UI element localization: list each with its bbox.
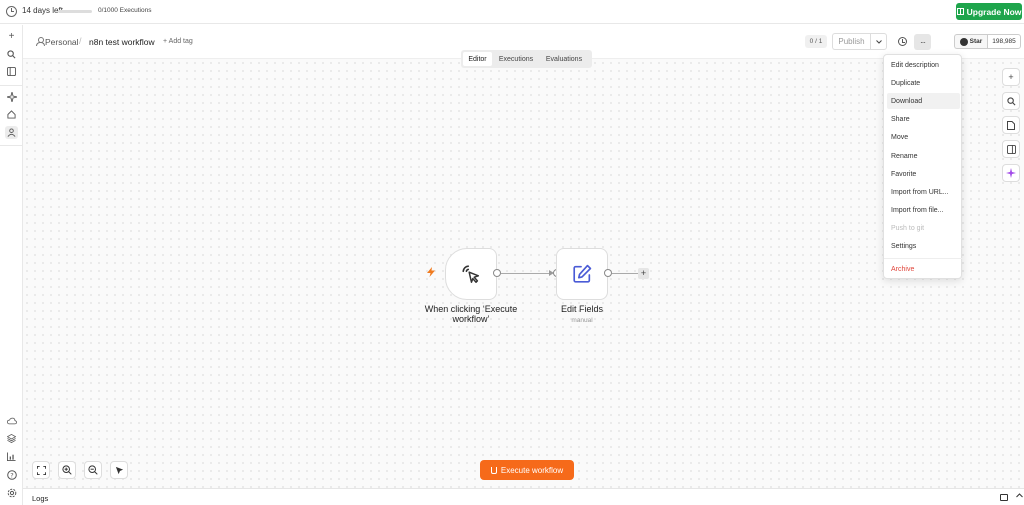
settings-icon[interactable] [5,486,18,499]
ai-assistant-button[interactable] [1002,164,1020,182]
search-icon[interactable] [5,48,18,61]
zoom-in-icon [62,465,72,475]
trigger-bolt-icon [427,267,435,280]
edit-fields-output-handle[interactable] [604,269,612,277]
zoom-out-icon [88,465,98,475]
panel-toggle-icon[interactable] [5,65,18,78]
connection-line [501,273,551,274]
menu-item-share[interactable]: Share [887,111,960,127]
breadcrumb-personal[interactable]: Personal [45,37,79,47]
add-node-toolbar-button[interactable]: + [1002,68,1020,86]
chevron-down-icon [875,39,882,44]
menu-item-move[interactable]: Move [887,129,960,145]
workflow-name[interactable]: n8n test workflow [89,37,155,47]
sidebar-divider [0,85,23,86]
history-icon[interactable] [898,37,907,46]
github-star-button[interactable]: Star [954,34,987,49]
flask-icon [490,466,497,474]
user-icon[interactable] [5,126,18,139]
plus-icon[interactable]: + [5,30,18,43]
edit-fields-node-label: Edit Fields [560,304,604,314]
edit-fields-node-subtitle: manual [571,317,593,324]
menu-item-edit-description[interactable]: Edit description [887,57,960,73]
cloud-icon[interactable] [5,414,18,427]
trial-bar: 14 days left 0/1000 Executions Upgrade N… [0,0,1024,24]
view-tabs: Editor Executions Evaluations [461,50,592,68]
menu-item-rename[interactable]: Rename [887,148,960,164]
gift-icon [956,8,964,15]
menu-item-download[interactable]: Download [887,93,960,109]
breadcrumb-separator: / [79,36,82,46]
clock-icon [6,6,17,17]
menu-divider [884,258,963,259]
tab-executions[interactable]: Executions [494,52,538,66]
sidebar-divider [0,145,23,146]
fit-view-icon [36,465,46,475]
execute-workflow-button[interactable]: Execute workflow [480,460,574,480]
sparkle-icon[interactable] [5,90,18,103]
personal-user-icon [36,37,45,46]
edit-fields-node[interactable] [556,248,608,300]
logs-panel-bar[interactable]: Logs [23,488,1024,505]
sidebar: + ? [0,25,23,505]
workflow-options-menu: Edit description Duplicate Download Shar… [883,54,963,279]
trial-executions: 0/1000 Executions [98,7,152,14]
logs-label: Logs [32,494,49,503]
version-badge: 0 / 1 [805,35,827,48]
home-icon[interactable] [5,108,18,121]
zoom-out-button[interactable] [84,461,102,479]
tab-editor[interactable]: Editor [463,52,492,66]
manual-trigger-node[interactable] [445,248,497,300]
fit-view-button[interactable] [32,461,50,479]
insights-icon[interactable] [5,450,18,463]
menu-item-import-from-file[interactable]: Import from file... [887,202,960,218]
cursor-icon [115,466,123,474]
edit-pen-icon [573,264,592,283]
trial-executions-progress [58,10,92,13]
chevron-up-icon[interactable] [1016,493,1023,500]
execute-workflow-label: Execute workflow [500,465,564,475]
publish-button[interactable]: Publish [832,33,870,50]
zoom-in-button[interactable] [58,461,76,479]
menu-item-favorite[interactable]: Favorite [887,166,960,182]
sticky-note-icon [1007,120,1015,130]
publish-dropdown-button[interactable] [870,33,887,50]
pointer-tool-button[interactable] [110,461,128,479]
output-connection-line [612,273,638,274]
trigger-output-handle[interactable] [493,269,501,277]
menu-item-import-from-url[interactable]: Import from URL... [887,184,960,200]
more-options-button[interactable]: ··· [914,34,931,50]
sticky-note-button[interactable] [1002,116,1020,134]
add-tag-button[interactable]: + Add tag [163,38,193,45]
help-icon[interactable]: ? [5,468,18,481]
menu-item-archive[interactable]: Archive [887,261,960,277]
side-panel-button[interactable] [1002,140,1020,158]
upgrade-now-button[interactable]: Upgrade Now [956,3,1022,20]
github-star-count[interactable]: 198,985 [987,34,1021,49]
svg-text:?: ? [10,471,13,479]
ai-sparkle-icon [1006,168,1016,178]
logs-panel-layout-icon[interactable] [1000,494,1008,501]
panel-icon [1006,144,1016,154]
templates-icon[interactable] [5,432,18,445]
menu-item-push-to-git: Push to git [891,224,925,232]
tab-evaluations[interactable]: Evaluations [540,52,588,66]
plus-icon: + [1008,72,1014,82]
trigger-node-label: When clicking ‘Execute workflow’ [424,304,518,324]
cursor-click-icon [462,265,480,283]
search-icon [1006,96,1015,105]
search-nodes-button[interactable] [1002,92,1020,110]
github-star-label: Star [969,38,983,45]
github-icon [959,37,968,46]
upgrade-now-label: Upgrade Now [966,6,1022,17]
trial-days-left: 14 days left [22,6,63,15]
add-node-button[interactable]: + [638,268,649,279]
menu-item-duplicate[interactable]: Duplicate [887,75,960,91]
menu-item-settings[interactable]: Settings [887,238,960,254]
